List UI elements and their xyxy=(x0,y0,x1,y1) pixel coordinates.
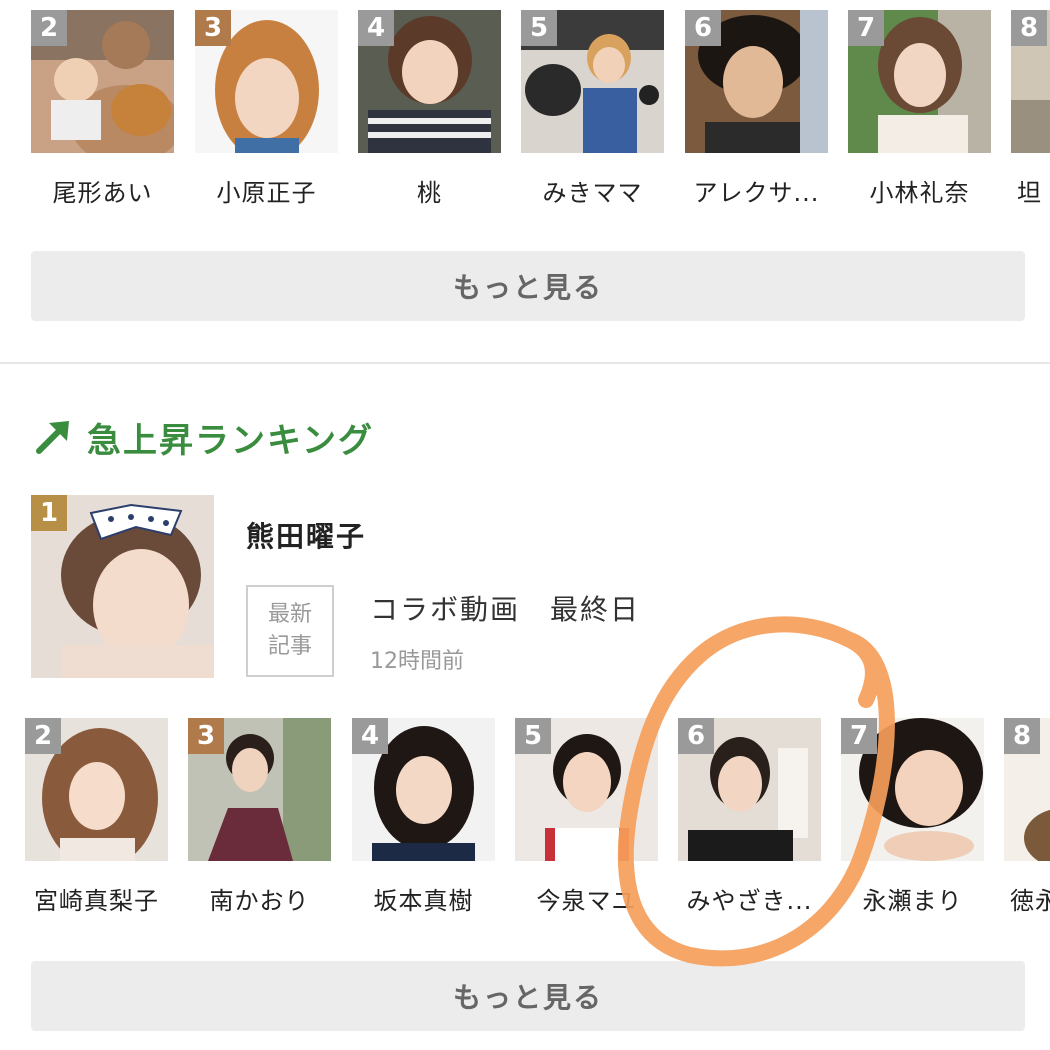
blogger-name[interactable]: 尾形あい xyxy=(31,173,174,208)
blogger-name[interactable]: 坦 xyxy=(1011,173,1050,208)
ranking-tile[interactable]: 6 みやざき... xyxy=(678,718,821,916)
ranking-tile[interactable]: 7 永瀬まり xyxy=(841,718,984,916)
blogger-photo: 7 xyxy=(848,10,991,153)
rank-badge: 7 xyxy=(848,10,884,46)
badge-line: 記事 xyxy=(267,634,312,659)
blogger-photo: 5 xyxy=(521,10,664,153)
featured-blogger-photo[interactable]: 1 xyxy=(31,495,214,678)
featured-blogger-name[interactable]: 熊田曜子 xyxy=(246,515,366,555)
more-button[interactable]: もっと見る xyxy=(31,961,1025,1031)
ranking-tile[interactable]: 2 宮崎真梨子 xyxy=(25,718,168,916)
rank-badge: 6 xyxy=(685,10,721,46)
blogger-photo: 4 xyxy=(352,718,495,861)
blogger-name[interactable]: 永瀬まり xyxy=(841,881,984,916)
blogger-name[interactable]: 坂本真樹 xyxy=(352,881,495,916)
rank-badge: 5 xyxy=(515,718,551,754)
blogger-photo: 5 xyxy=(515,718,658,861)
blogger-name[interactable]: 南かおり xyxy=(188,881,331,916)
blogger-name[interactable]: みやざき... xyxy=(678,881,821,916)
ranking-tile[interactable]: 3 南かおり xyxy=(188,718,331,916)
blogger-name[interactable]: 小林礼奈 xyxy=(848,173,991,208)
blogger-photo: 7 xyxy=(841,718,984,861)
latest-article-title[interactable]: コラボ動画 最終日 xyxy=(370,588,640,628)
blogger-photo: 2 xyxy=(31,10,174,153)
rank-badge: 3 xyxy=(195,10,231,46)
latest-article-time: 12時間前 xyxy=(370,649,464,674)
top-ranking-strip: 2 尾形あい 3 小原正子 4 桃 5 みきママ 6 アレクサ... 7 小林礼… xyxy=(0,10,1050,215)
rank-badge: 8 xyxy=(1004,718,1040,754)
blogger-photo: 3 xyxy=(195,10,338,153)
blogger-photo: 6 xyxy=(678,718,821,861)
badge-line: 最新 xyxy=(267,602,312,627)
latest-article-badge: 最新 記事 xyxy=(246,585,334,677)
rank-badge: 2 xyxy=(31,10,67,46)
ranking-tile[interactable]: 3 小原正子 xyxy=(195,10,338,208)
rank-badge: 8 xyxy=(1011,10,1047,46)
rank-badge: 6 xyxy=(678,718,714,754)
rank-badge: 4 xyxy=(358,10,394,46)
blogger-photo: 4 xyxy=(358,10,501,153)
rank-badge: 5 xyxy=(521,10,557,46)
blogger-photo: 8 xyxy=(1011,10,1050,153)
ranking-tile[interactable]: 6 アレクサ... xyxy=(685,10,828,208)
blogger-name[interactable]: アレクサ... xyxy=(685,173,828,208)
more-button[interactable]: もっと見る xyxy=(31,251,1025,321)
section-title: 急上昇ランキング xyxy=(33,412,374,462)
rank-badge: 7 xyxy=(841,718,877,754)
ranking-tile[interactable]: 8 徳永 xyxy=(1004,718,1050,916)
ranking-tile[interactable]: 8 坦 xyxy=(1011,10,1050,208)
rank-badge: 1 xyxy=(31,495,67,531)
ranking-tile[interactable]: 5 今泉マユ xyxy=(515,718,658,916)
blogger-name[interactable]: 徳永 xyxy=(1004,881,1050,916)
blogger-photo: 8 xyxy=(1004,718,1050,861)
blogger-name[interactable]: 小原正子 xyxy=(195,173,338,208)
section-title-text: 急上昇ランキング xyxy=(87,420,374,461)
rank-badge: 4 xyxy=(352,718,388,754)
trending-up-arrow-icon xyxy=(36,421,69,454)
blogger-name[interactable]: 宮崎真梨子 xyxy=(25,881,168,916)
blogger-photo: 3 xyxy=(188,718,331,861)
blogger-photo: 2 xyxy=(25,718,168,861)
blogger-photo: 6 xyxy=(685,10,828,153)
ranking-tile[interactable]: 4 桃 xyxy=(358,10,501,208)
ranking-tile[interactable]: 2 尾形あい xyxy=(31,10,174,208)
rank-badge: 2 xyxy=(25,718,61,754)
blogger-name[interactable]: 今泉マユ xyxy=(515,881,658,916)
blogger-name[interactable]: 桃 xyxy=(358,173,501,208)
rank-badge: 3 xyxy=(188,718,224,754)
blogger-name[interactable]: みきママ xyxy=(521,173,664,208)
ranking-tile[interactable]: 4 坂本真樹 xyxy=(352,718,495,916)
ranking-tile[interactable]: 5 みきママ xyxy=(521,10,664,208)
section-divider xyxy=(0,362,1050,364)
rising-ranking-strip: 2 宮崎真梨子 3 南かおり 4 坂本真樹 5 今泉マユ 6 みやざき... 7… xyxy=(0,718,1050,918)
ranking-tile[interactable]: 7 小林礼奈 xyxy=(848,10,991,208)
